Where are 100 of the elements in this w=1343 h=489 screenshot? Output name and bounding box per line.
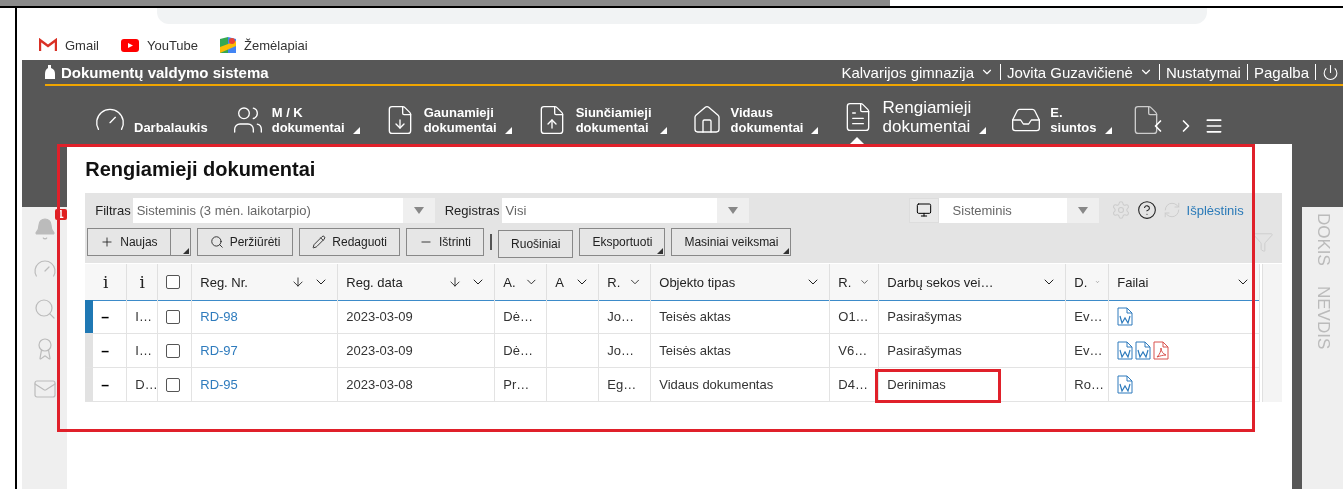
- row-marker: –: [101, 308, 110, 325]
- caret-icon: [182, 248, 189, 254]
- search-icon: [209, 235, 224, 249]
- nav-item[interactable]: Darbalaukis: [82, 104, 220, 136]
- row-marker: –: [101, 342, 110, 359]
- info-column-header: i: [139, 272, 145, 292]
- table-cell: 2023-03-09: [346, 309, 413, 324]
- pencil-icon: [312, 235, 327, 249]
- register-select[interactable]: Visi: [501, 197, 717, 223]
- row-checkbox[interactable]: [166, 343, 181, 358]
- table-row[interactable]: – I… RD-97 2023-03-09 Dė… Jo… Teisės aktas V6… Pasirašymas Ev…: [85, 334, 1261, 368]
- nav-item[interactable]: Gaunamieji dokumentai: [371, 104, 524, 136]
- toolbar-button[interactable]: Eksportuoti: [579, 228, 666, 256]
- toolbar-button[interactable]: Ištrinti: [406, 228, 485, 256]
- advanced-link[interactable]: Išplėstinis: [1186, 202, 1244, 218]
- table-cell: D…: [135, 377, 158, 392]
- word-file-icon[interactable]: [1117, 307, 1134, 326]
- toolbar-button[interactable]: Redaguoti: [299, 228, 401, 256]
- bookmark[interactable]: YouTube: [120, 37, 199, 53]
- table-cell: Ev…: [1074, 309, 1103, 324]
- filter-icon[interactable]: [1252, 231, 1275, 253]
- help-icon[interactable]: [1136, 200, 1157, 220]
- caret-icon: [727, 206, 738, 214]
- column-header[interactable]: R.: [838, 274, 852, 290]
- table-cell: Ro…: [1074, 377, 1104, 392]
- plus-icon: [100, 235, 115, 249]
- table-cell: D4…: [838, 377, 868, 392]
- header-link[interactable]: Kalvarijos gimnazija: [838, 63, 997, 81]
- table-cell: Vidaus dokumentas: [659, 377, 774, 392]
- table-cell: Teisės aktas: [659, 343, 731, 358]
- table-cell: I…: [135, 309, 152, 324]
- row-indicator: [85, 368, 94, 401]
- nav-item[interactable]: E. siuntos: [998, 104, 1124, 136]
- word-file-icon[interactable]: [1117, 375, 1134, 394]
- table-cell: 2023-03-09: [346, 343, 413, 358]
- row-indicator: [85, 300, 94, 333]
- page-title: Rengiamieji dokumentai: [85, 158, 317, 181]
- table-cell: Dė…: [503, 343, 533, 358]
- toolbar-button[interactable]: Ruošiniai: [498, 230, 574, 258]
- reg-number-link[interactable]: RD-95: [200, 377, 238, 392]
- dropdown-button[interactable]: [170, 228, 191, 256]
- view-button[interactable]: [908, 197, 939, 223]
- header-link[interactable]: Jovita Guzavičienė: [1004, 63, 1156, 81]
- reg-number-link[interactable]: RD-98: [200, 309, 238, 324]
- mail-logo-icon: [39, 38, 57, 52]
- row-checkbox[interactable]: [166, 377, 181, 392]
- toolbar-button[interactable]: Naujas: [87, 228, 171, 256]
- register-label: Registras: [444, 202, 500, 218]
- caret-icon: [413, 206, 424, 214]
- table-cell: Pasirašymas: [887, 343, 962, 358]
- table-cell: Derinimas: [887, 377, 946, 392]
- filter-select[interactable]: Sisteminis (3 mėn. laikotarpio): [132, 197, 403, 223]
- power-icon[interactable]: [1322, 63, 1339, 81]
- info-column-header: i: [103, 272, 109, 292]
- word-file-icon[interactable]: [1117, 341, 1134, 360]
- logo-icon: [45, 65, 55, 79]
- caret-icon: [1077, 206, 1088, 214]
- row-indicator: [85, 334, 94, 367]
- map-logo-icon: [220, 37, 237, 53]
- toolbar-button[interactable]: Peržiūrėti: [196, 228, 294, 256]
- table-cell: Pasirašymas: [887, 309, 962, 324]
- nav-item[interactable]: M / K dokumentai: [219, 104, 372, 136]
- column-header[interactable]: D.: [1074, 274, 1088, 290]
- scrollbar[interactable]: [1262, 264, 1283, 402]
- nav-item[interactable]: Vidaus dokumentai: [678, 104, 831, 136]
- bookmark[interactable]: Gmail: [39, 37, 99, 53]
- bookmark[interactable]: Žemėlapiai: [220, 37, 308, 53]
- app-title: Dokumentų valdymo sistema: [61, 63, 269, 81]
- table-cell: Jo…: [607, 309, 634, 324]
- header-link[interactable]: Nustatymai: [1162, 63, 1244, 81]
- nav-item[interactable]: Siunčiamieji dokumentai: [523, 104, 679, 136]
- table-row[interactable]: – I… RD-98 2023-03-09 Dė… Jo… Teisės aktas O1… Pasirašymas Ev…: [85, 300, 1261, 334]
- table-cell: Pr…: [503, 377, 530, 392]
- table-row[interactable]: – D… RD-95 2023-03-08 Pr… Eg… Vidaus dokumentas D4… Derinimas Ro…: [85, 368, 1261, 402]
- table-cell: O1…: [838, 309, 869, 324]
- table-cell: Eg…: [607, 377, 637, 392]
- row-checkbox[interactable]: [166, 309, 181, 324]
- toolbar-button[interactable]: Masiniai veiksmai: [671, 228, 792, 256]
- select-all-checkbox[interactable]: [166, 275, 181, 289]
- row-marker: –: [101, 376, 110, 393]
- table-cell: 2023-03-08: [346, 377, 413, 392]
- pdf-file-icon[interactable]: [1153, 341, 1170, 360]
- table-cell: Dė…: [503, 309, 533, 324]
- table-cell: Jo…: [607, 343, 634, 358]
- column-header[interactable]: A: [555, 274, 567, 290]
- reg-number-link[interactable]: RD-97: [200, 343, 238, 358]
- caret-icon: [657, 248, 664, 254]
- table-cell: V6…: [838, 343, 868, 358]
- word-file-icon[interactable]: [1135, 341, 1152, 360]
- video-logo-icon: [120, 38, 139, 52]
- column-header[interactable]: R.: [607, 274, 621, 290]
- monitor-icon: [915, 202, 932, 218]
- filter-label: Filtras: [95, 202, 131, 218]
- caret-icon: [783, 248, 790, 254]
- table-cell: Teisės aktas: [659, 309, 731, 324]
- column-header[interactable]: A.: [503, 274, 516, 290]
- users-icon: [231, 104, 264, 136]
- table-cell: I…: [135, 343, 152, 358]
- view-select[interactable]: Sisteminis: [938, 197, 1067, 223]
- header-link[interactable]: Pagalba: [1250, 63, 1312, 81]
